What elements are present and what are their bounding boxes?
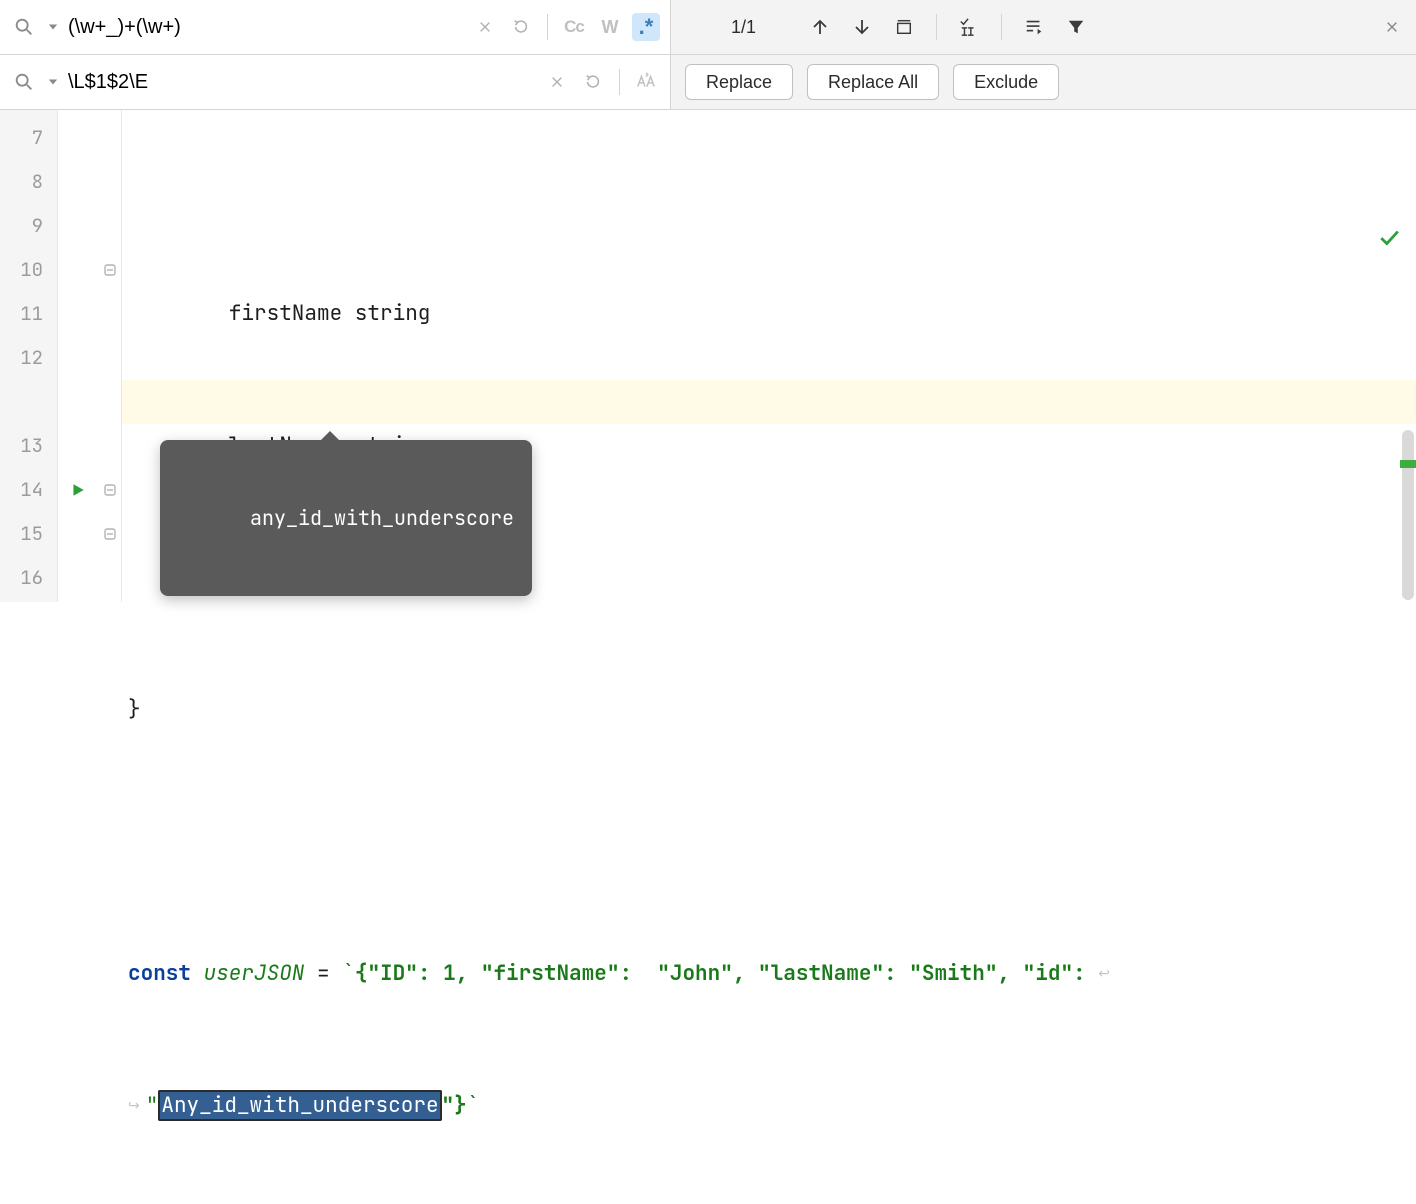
soft-wrap-icon: ↪ (128, 1097, 146, 1115)
run-gutter (58, 110, 98, 602)
match-count: 1/1 (731, 17, 756, 38)
chevron-down-icon[interactable] (46, 68, 60, 96)
vertical-scrollbar[interactable] (1402, 430, 1414, 600)
search-icon (10, 13, 38, 41)
whole-word-toggle[interactable]: W (596, 13, 624, 41)
prev-match-icon[interactable] (806, 13, 834, 41)
divider (936, 14, 937, 40)
next-match-icon[interactable] (848, 13, 876, 41)
history-icon[interactable] (507, 13, 535, 41)
fold-start-icon[interactable] (98, 468, 121, 512)
regex-toggle[interactable]: .* (632, 13, 660, 41)
soft-wrap-icon: ↩ (1098, 965, 1116, 983)
chevron-down-icon[interactable] (46, 13, 60, 41)
match-case-toggle[interactable]: Cc (560, 13, 588, 41)
find-bar: Cc W .* (0, 0, 670, 54)
replace-all-button[interactable]: Replace All (807, 64, 939, 100)
exclude-button[interactable]: Exclude (953, 64, 1059, 100)
inspection-ok-icon[interactable] (1378, 226, 1400, 248)
keyword: const (128, 960, 191, 987)
new-line-icon[interactable] (1020, 13, 1048, 41)
filter-icon[interactable] (1062, 13, 1090, 41)
code-text: } (128, 696, 141, 723)
close-panel-icon[interactable] (1378, 13, 1406, 41)
run-icon[interactable] (58, 468, 98, 512)
find-results-toolbar: 1/1 (670, 0, 1416, 54)
string-literal: "} (442, 1092, 467, 1119)
preserve-case-toggle[interactable] (632, 68, 660, 96)
history-icon[interactable] (579, 68, 607, 96)
replace-input[interactable] (68, 71, 535, 94)
search-match[interactable]: Any_id_with_underscore (158, 1090, 441, 1121)
divider (619, 69, 620, 95)
replace-bar (0, 55, 670, 109)
fold-gutter (98, 110, 122, 602)
clear-replace-icon[interactable] (543, 68, 571, 96)
search-icon (10, 68, 38, 96)
identifier: userJSON (204, 960, 305, 987)
replace-button[interactable]: Replace (685, 64, 793, 100)
select-all-icon[interactable] (890, 13, 918, 41)
divider (547, 14, 548, 40)
add-selection-icon[interactable] (955, 13, 983, 41)
replace-preview-tooltip: any_id_with_underscore (160, 440, 532, 596)
line-number-gutter: 7 8 9 10 11 12 13 14 15 16 (0, 110, 58, 602)
fold-start-icon[interactable] (98, 512, 121, 556)
error-stripe-marker[interactable] (1400, 460, 1416, 468)
tooltip-text: any_id_with_underscore (250, 505, 514, 531)
clear-find-icon[interactable] (471, 13, 499, 41)
replace-actions: Replace Replace All Exclude (670, 55, 1416, 109)
editor[interactable]: 7 8 9 10 11 12 13 14 15 16 (0, 110, 1416, 602)
find-input[interactable] (68, 16, 463, 39)
string-literal: {"ID": 1, "firstName": "John", "lastName… (355, 960, 1098, 987)
fold-end-icon[interactable] (98, 248, 121, 292)
code-content[interactable]: firstName string lastName string id stri… (122, 110, 1416, 602)
code-text: firstName string (128, 300, 430, 327)
divider (1001, 14, 1002, 40)
